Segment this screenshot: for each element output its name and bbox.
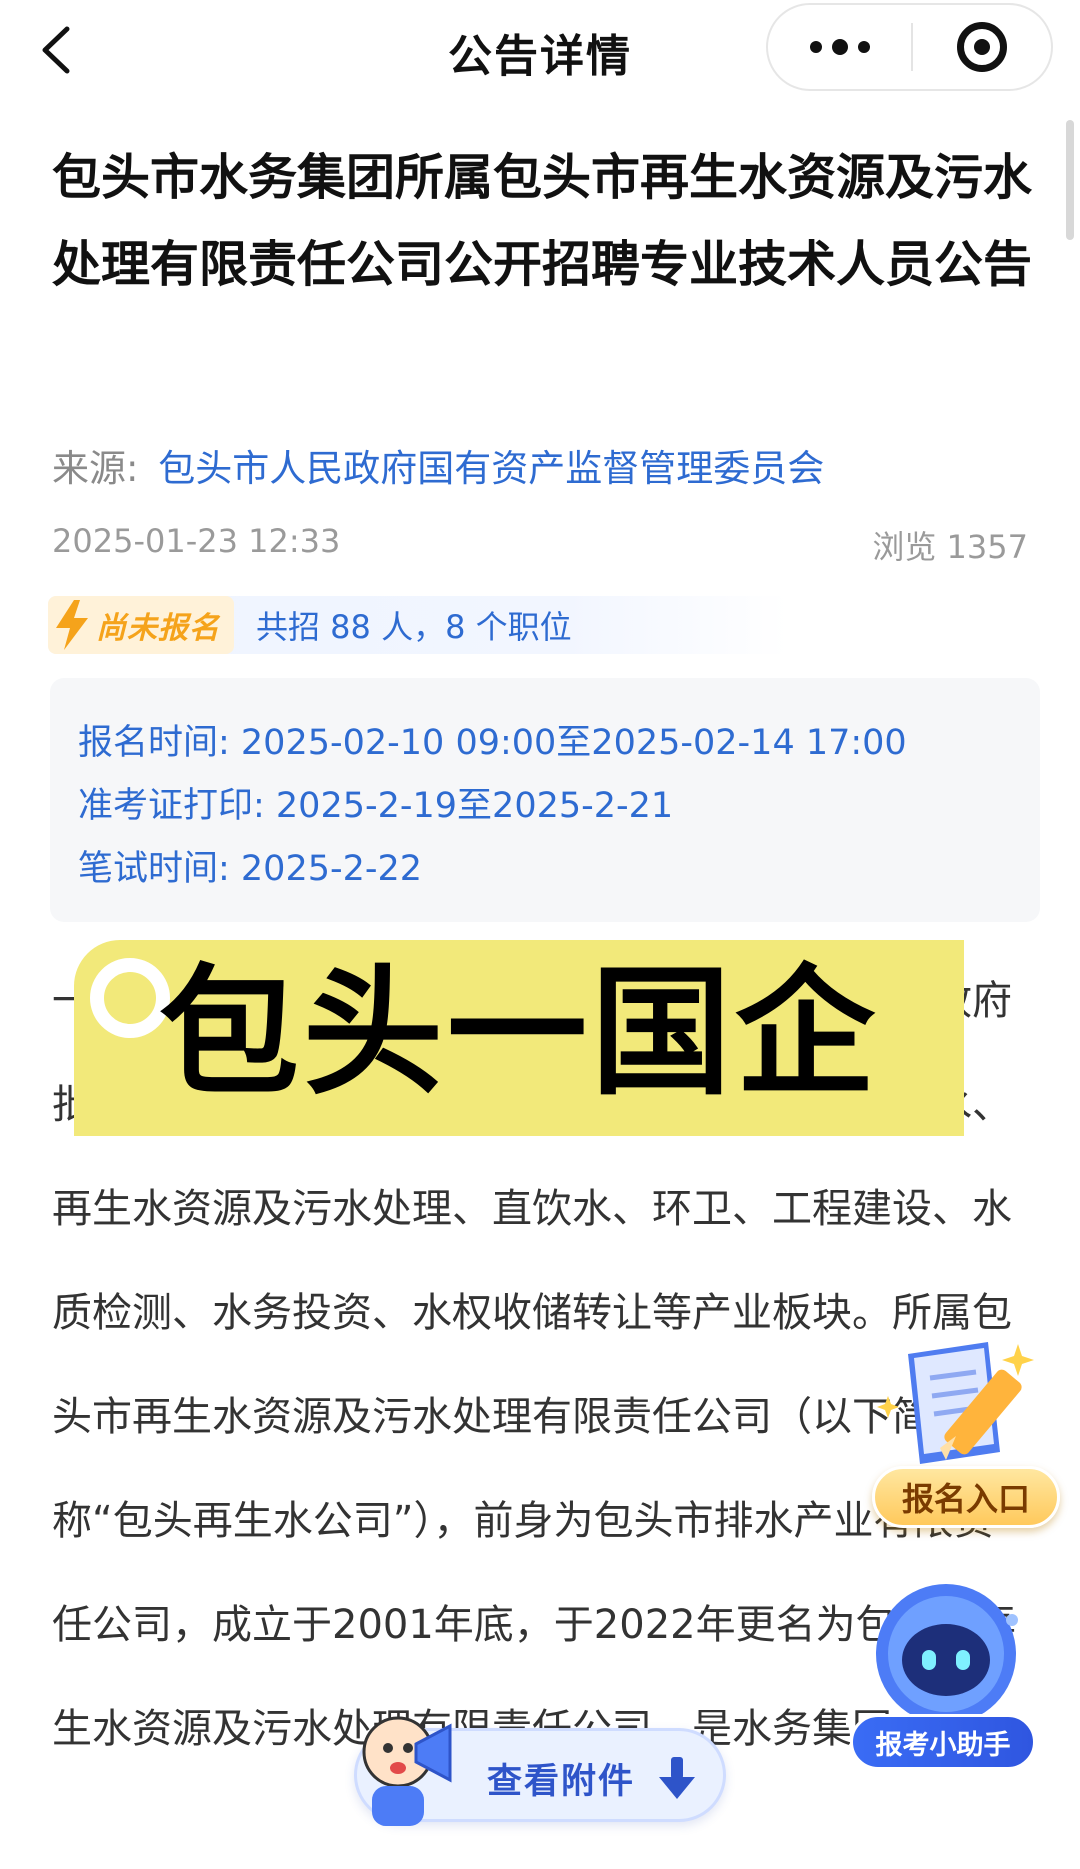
mini-program-capsule (766, 3, 1053, 91)
back-button[interactable] (28, 22, 84, 78)
exam-assistant-button[interactable]: 报考小助手 (850, 1714, 1036, 1770)
lightning-icon (56, 600, 88, 650)
source-org-link[interactable]: 包头市人民政府国有资产监督管理委员会 (158, 447, 824, 490)
exam-assistant-float[interactable]: 报考小助手 (850, 1580, 1060, 1770)
source-label: 来源: (52, 447, 139, 490)
arrow-down-icon (659, 1757, 695, 1799)
view-attachment-label: 查看附件 (487, 1762, 636, 1802)
robot-assistant-icon (876, 1584, 1018, 1724)
top-nav-bar: 公告详情 (0, 0, 1080, 96)
close-button[interactable] (913, 5, 1051, 89)
more-button[interactable] (768, 5, 911, 89)
status-badge: 尚未报名 (48, 596, 234, 654)
publish-date: 2025-01-23 12:33 (52, 522, 341, 560)
exam-time: 笔试时间: 2025-2-22 (78, 849, 423, 889)
banner-text: 包头一国企 (158, 952, 879, 1115)
recruit-summary: 共招 88 人，8 个职位 (256, 608, 572, 646)
overlay-banner: 包头一国企 (74, 940, 964, 1136)
signup-entry-float[interactable]: 报名入口 (868, 1336, 1064, 1532)
source-row: 来源: 包头市人民政府国有资产监督管理委员会 (52, 444, 824, 494)
more-dots-icon (809, 41, 822, 53)
document-pencil-icon (877, 1342, 1034, 1464)
status-row: 尚未报名 共招 88 人，8 个职位 (48, 596, 788, 654)
megaphone-mascot-icon (362, 1716, 452, 1826)
signup-entry-button[interactable]: 报名入口 (872, 1466, 1060, 1528)
view-count: 浏览 1357 (872, 528, 1028, 566)
schedule-box: 报名时间: 2025-02-10 09:00至2025-02-14 17:00 … (50, 678, 1040, 922)
status-badge-label: 尚未报名 (96, 611, 220, 646)
admit-card-print-time: 准考证打印: 2025-2-19至2025-2-21 (78, 786, 674, 826)
target-close-icon (957, 22, 1007, 72)
chevron-left-icon (42, 26, 70, 74)
article-title: 包头市水务集团所属包头市再生水资源及污水处理有限责任公司公开招聘专业技术人员公告 (52, 149, 1033, 293)
signup-time: 报名时间: 2025-02-10 09:00至2025-02-14 17:00 (78, 723, 907, 763)
scrollbar[interactable] (1066, 120, 1074, 240)
